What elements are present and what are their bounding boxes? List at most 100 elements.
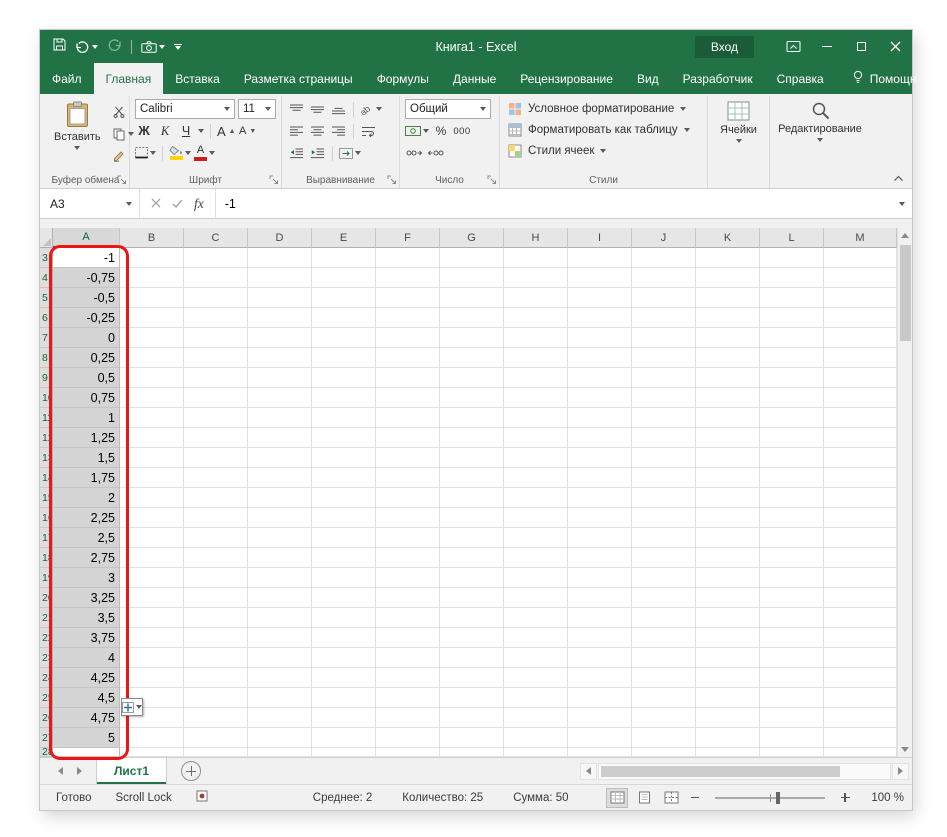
vertical-scrollbar[interactable] [897, 228, 912, 757]
column-header-A[interactable]: A [53, 228, 120, 248]
format-as-table-caret[interactable] [683, 127, 690, 132]
cell-K14[interactable] [696, 468, 760, 488]
insert-function-button[interactable]: fx [194, 196, 204, 212]
cell-D20[interactable] [248, 588, 312, 608]
cell-H22[interactable] [504, 628, 568, 648]
cell-G22[interactable] [440, 628, 504, 648]
cell-D11[interactable] [248, 408, 312, 428]
cell-B17[interactable] [120, 528, 184, 548]
previous-sheet-arrow[interactable] [58, 767, 63, 775]
cell-M22[interactable] [824, 628, 897, 648]
cell-J20[interactable] [632, 588, 696, 608]
cell-A25[interactable]: 4,5 [53, 688, 120, 708]
cell-C7[interactable] [184, 328, 248, 348]
cell-J16[interactable] [632, 508, 696, 528]
cell-A19[interactable]: 3 [53, 568, 120, 588]
cell-A16[interactable]: 2,25 [53, 508, 120, 528]
cell-C24[interactable] [184, 668, 248, 688]
cell-B16[interactable] [120, 508, 184, 528]
cell-K17[interactable] [696, 528, 760, 548]
cell-F11[interactable] [376, 408, 440, 428]
cell-I23[interactable] [568, 648, 632, 668]
merge-caret[interactable] [355, 151, 361, 155]
ribbon-tab-data[interactable]: Данные [441, 63, 508, 94]
row-header-11[interactable]: 11 [40, 408, 53, 428]
column-header-E[interactable]: E [312, 228, 376, 248]
cell-I17[interactable] [568, 528, 632, 548]
cell-D14[interactable] [248, 468, 312, 488]
cell-K15[interactable] [696, 488, 760, 508]
cell-K3[interactable] [696, 248, 760, 268]
paste-dropdown-caret[interactable] [74, 146, 81, 150]
column-header-M[interactable]: M [824, 228, 897, 248]
cell-A12[interactable]: 1,25 [53, 428, 120, 448]
cell-D10[interactable] [248, 388, 312, 408]
cell-styles-caret[interactable] [600, 148, 607, 153]
zoom-level[interactable]: 100 % [858, 792, 904, 804]
cell-I7[interactable] [568, 328, 632, 348]
row-header-20[interactable]: 20 [40, 588, 53, 608]
cell-F21[interactable] [376, 608, 440, 628]
row-header-10[interactable]: 10 [40, 388, 53, 408]
increase-indent-button[interactable] [308, 143, 326, 163]
cell-G8[interactable] [440, 348, 504, 368]
cell-K28[interactable] [696, 748, 760, 757]
cell-B18[interactable] [120, 548, 184, 568]
cell-K19[interactable] [696, 568, 760, 588]
cell-A6[interactable]: -0,25 [53, 308, 120, 328]
cell-C13[interactable] [184, 448, 248, 468]
cell-A5[interactable]: -0,5 [53, 288, 120, 308]
cell-I12[interactable] [568, 428, 632, 448]
cell-J13[interactable] [632, 448, 696, 468]
cell-H13[interactable] [504, 448, 568, 468]
cell-E11[interactable] [312, 408, 376, 428]
cell-D8[interactable] [248, 348, 312, 368]
cell-J8[interactable] [632, 348, 696, 368]
cell-C8[interactable] [184, 348, 248, 368]
cell-F4[interactable] [376, 268, 440, 288]
cell-H10[interactable] [504, 388, 568, 408]
cell-J10[interactable] [632, 388, 696, 408]
cell-H12[interactable] [504, 428, 568, 448]
cell-D7[interactable] [248, 328, 312, 348]
formula-input[interactable]: -1 [216, 189, 892, 218]
grow-font-button[interactable]: А ▲ [217, 121, 236, 141]
horizontal-scroll-track[interactable] [598, 762, 891, 780]
cell-E14[interactable] [312, 468, 376, 488]
scroll-right-arrow[interactable] [892, 762, 909, 780]
cell-A15[interactable]: 2 [53, 488, 120, 508]
cell-J4[interactable] [632, 268, 696, 288]
underline-dropdown-caret[interactable] [198, 129, 204, 133]
column-header-K[interactable]: K [696, 228, 760, 248]
cell-L15[interactable] [760, 488, 824, 508]
row-header-8[interactable]: 8 [40, 348, 53, 368]
cell-A4[interactable]: -0,75 [53, 268, 120, 288]
sign-in-button[interactable]: Вход [694, 35, 754, 58]
cell-J23[interactable] [632, 648, 696, 668]
cell-B24[interactable] [120, 668, 184, 688]
ribbon-tab-file[interactable]: Файл [40, 63, 94, 94]
cell-M16[interactable] [824, 508, 897, 528]
cell-B7[interactable] [120, 328, 184, 348]
cell-H19[interactable] [504, 568, 568, 588]
cell-A26[interactable]: 4,75 [53, 708, 120, 728]
cell-M6[interactable] [824, 308, 897, 328]
cell-D22[interactable] [248, 628, 312, 648]
cell-F8[interactable] [376, 348, 440, 368]
cell-G7[interactable] [440, 328, 504, 348]
cell-A18[interactable]: 2,75 [53, 548, 120, 568]
cell-B14[interactable] [120, 468, 184, 488]
cell-H5[interactable] [504, 288, 568, 308]
cell-G25[interactable] [440, 688, 504, 708]
cell-F28[interactable] [376, 748, 440, 757]
row-header-22[interactable]: 22 [40, 628, 53, 648]
editing-caret[interactable] [817, 138, 823, 142]
cell-A22[interactable]: 3,75 [53, 628, 120, 648]
cell-A8[interactable]: 0,25 [53, 348, 120, 368]
cell-B15[interactable] [120, 488, 184, 508]
minimize-button[interactable] [810, 30, 844, 63]
cell-C22[interactable] [184, 628, 248, 648]
expand-formula-bar-button[interactable] [892, 189, 912, 218]
cell-G15[interactable] [440, 488, 504, 508]
cell-J21[interactable] [632, 608, 696, 628]
